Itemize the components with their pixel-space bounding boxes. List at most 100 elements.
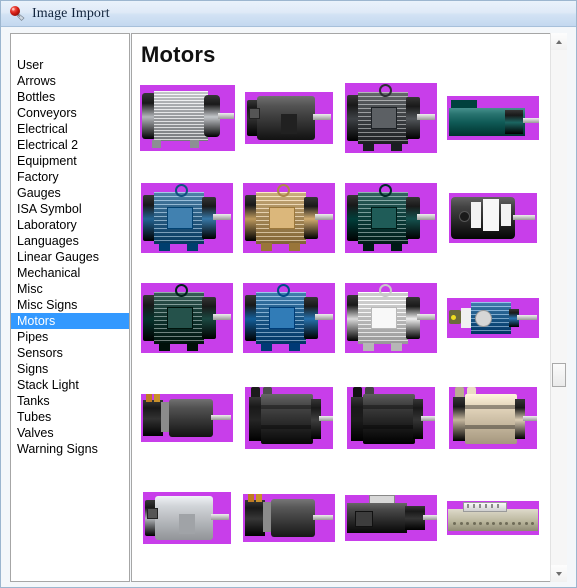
motor-foot-left: [261, 343, 272, 351]
sidebar-item-stack-light[interactable]: Stack Light: [11, 377, 129, 393]
motor-black-linear[interactable]: [345, 495, 437, 541]
thumbnail-cell[interactable]: [136, 368, 238, 468]
thumbnail-cell[interactable]: [136, 268, 238, 368]
motor-nameplate: [167, 207, 193, 229]
thumbnail-row: [136, 68, 546, 168]
motor-green-industrial[interactable]: [141, 283, 233, 353]
motor-servo-black-a[interactable]: [245, 387, 333, 449]
motor-dark-teal-industrial[interactable]: [345, 183, 437, 253]
thumbnail-cell[interactable]: [238, 468, 340, 568]
motor-servo-beige[interactable]: [449, 387, 537, 449]
sidebar-item-misc[interactable]: Misc: [11, 281, 129, 297]
thumbnail-cell[interactable]: [238, 368, 340, 468]
motor-foot-left: [261, 243, 272, 251]
scrollbar-up-button[interactable]: [551, 33, 567, 50]
motor-black-compact[interactable]: [245, 92, 333, 144]
sidebar-item-motors[interactable]: Motors: [11, 313, 129, 329]
client-area: User Arrows Bottles Conveyors Electrical Elec…: [1, 28, 576, 587]
thumbnail-cell[interactable]: [340, 468, 442, 568]
thumbnail-cell[interactable]: [136, 468, 238, 568]
sidebar-item-languages[interactable]: Languages: [11, 233, 129, 249]
thumbnail-cell[interactable]: [340, 168, 442, 268]
rail-hole: [505, 522, 508, 525]
thumbnail-cell[interactable]: [340, 268, 442, 368]
thumbnail-cell[interactable]: [238, 168, 340, 268]
servo-connector-a: [248, 494, 254, 502]
thumbnail-cell[interactable]: [136, 168, 238, 268]
sidebar-item-tanks[interactable]: Tanks: [11, 393, 129, 409]
sidebar-item-valves[interactable]: Valves: [11, 425, 129, 441]
servo-body: [261, 394, 313, 444]
servo-groove-a: [465, 405, 517, 409]
sidebar-item-laboratory[interactable]: Laboratory: [11, 217, 129, 233]
motor-blue-gearbox[interactable]: [447, 298, 539, 338]
motor-servo-black-b[interactable]: [347, 387, 435, 449]
motor-dark-grey-industrial[interactable]: [345, 83, 437, 153]
sidebar-item-misc-signs[interactable]: Misc Signs: [11, 297, 129, 313]
motor-front: [505, 110, 523, 134]
scrollbar-down-button[interactable]: [551, 565, 567, 582]
motor-teal-block[interactable]: [447, 96, 539, 140]
motor-blue-industrial[interactable]: [141, 183, 233, 253]
motor-foot-left: [159, 343, 170, 351]
sidebar-item-bottles[interactable]: Bottles: [11, 89, 129, 105]
sidebar-item-pipes[interactable]: Pipes: [11, 329, 129, 345]
sidebar-item-warning-signs[interactable]: Warning Signs: [11, 441, 129, 457]
scrollbar-thumb[interactable]: [552, 363, 566, 387]
sidebar-item-gauges[interactable]: Gauges: [11, 185, 129, 201]
linear-actuator-rail[interactable]: [447, 501, 539, 535]
thumbnail-cell[interactable]: [340, 368, 442, 468]
sidebar-item-factory[interactable]: Factory: [11, 169, 129, 185]
thumbnail-cell[interactable]: [238, 68, 340, 168]
thumbnail-cell[interactable]: [442, 368, 544, 468]
servo-connector-b: [256, 494, 262, 502]
sidebar-item-conveyors[interactable]: Conveyors: [11, 105, 129, 121]
motor-black-labeled-drum[interactable]: [449, 193, 537, 243]
sidebar-item-sensors[interactable]: Sensors: [11, 345, 129, 361]
thumbnail-cell[interactable]: [442, 68, 544, 168]
sidebar-item-electrical[interactable]: Electrical: [11, 121, 129, 137]
motor-white-industrial[interactable]: [345, 283, 437, 353]
image-import-icon: [9, 5, 26, 22]
motor-shaft: [315, 314, 333, 320]
sidebar-item-mechanical[interactable]: Mechanical: [11, 265, 129, 281]
motor-lifting-eye: [277, 284, 290, 297]
sidebar-item-user[interactable]: User: [11, 57, 129, 73]
motor-silver-finned[interactable]: [139, 85, 235, 151]
motor-foot-left: [151, 140, 161, 148]
motor-fins: [153, 91, 208, 141]
sidebar-item-isa-symbol[interactable]: ISA Symbol: [11, 201, 129, 217]
sidebar-item-electrical-2[interactable]: Electrical 2: [11, 137, 129, 153]
thumbnail-cell[interactable]: [136, 68, 238, 168]
sidebar-item-equipment[interactable]: Equipment: [11, 153, 129, 169]
sidebar-item-tubes[interactable]: Tubes: [11, 409, 129, 425]
gearmotor-indicator: [451, 315, 456, 320]
motor-servo-black-terminal[interactable]: [141, 394, 233, 442]
motor-tan-industrial[interactable]: [243, 183, 335, 253]
motor-silver-smooth[interactable]: [143, 492, 231, 544]
rail-hole: [498, 522, 502, 525]
sidebar-item-signs[interactable]: Signs: [11, 361, 129, 377]
thumbnail-cell[interactable]: [442, 268, 544, 368]
motor-port: [459, 211, 470, 222]
motor-shaft: [315, 214, 333, 220]
thumbnail-cell[interactable]: [442, 168, 544, 268]
servo-groove-a: [363, 405, 415, 409]
servo-shaft: [319, 416, 333, 421]
motor-blue-finned[interactable]: [243, 283, 335, 353]
sidebar-item-linear-gauges[interactable]: Linear Gauges: [11, 249, 129, 265]
rail-hole: [466, 522, 469, 525]
motor-nameplate: [269, 207, 295, 229]
motor-lifting-eye: [277, 184, 290, 197]
thumbnail-cell[interactable]: [238, 268, 340, 368]
servo-shaft: [421, 416, 435, 421]
sidebar-item-arrows[interactable]: Arrows: [11, 73, 129, 89]
category-panel[interactable]: User Arrows Bottles Conveyors Electrical Elec…: [10, 33, 130, 582]
thumbnail-cell[interactable]: [442, 468, 544, 568]
thumbnail-cell[interactable]: [340, 68, 442, 168]
content-scrollbar[interactable]: [550, 33, 567, 582]
servo-shaft: [313, 515, 333, 520]
rail-carriage-notch: [473, 504, 475, 508]
motor-dark-gearmotor[interactable]: [243, 494, 335, 542]
rail-hole: [492, 522, 495, 525]
